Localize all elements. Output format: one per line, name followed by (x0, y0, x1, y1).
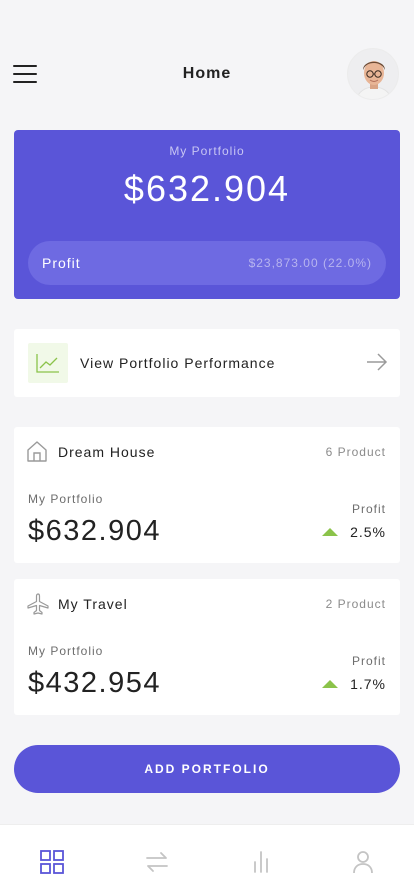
portfolio-card-dream-house[interactable]: Dream House 6 Product My Portfolio $632.… (14, 427, 400, 563)
avatar-illustration (348, 49, 398, 99)
summary-label: My Portfolio (169, 144, 245, 158)
airplane-icon (26, 592, 50, 621)
portfolio-title: My Travel (58, 596, 128, 612)
portfolio-value: $432.954 (28, 667, 161, 699)
profit-percentage: 2.5% (350, 524, 386, 540)
portfolio-value: $632.904 (28, 515, 161, 547)
portfolio-summary-card: My Portfolio $632.904 Profit $23,873.00 … (14, 130, 400, 299)
profit-label: Profit (351, 654, 386, 668)
trend-up-icon (322, 528, 338, 536)
chart-line-icon (28, 343, 68, 383)
profit-percentage: 1.7% (350, 676, 386, 692)
trend-up-icon (322, 680, 338, 688)
user-avatar[interactable] (347, 48, 399, 100)
portfolio-card-my-travel[interactable]: My Travel 2 Product My Portfolio $432.95… (14, 579, 400, 715)
bar-chart-icon[interactable] (248, 849, 274, 875)
summary-value: $632.904 (123, 168, 291, 209)
portfolio-sub-label: My Portfolio (28, 492, 104, 506)
product-count: 2 Product (325, 597, 386, 611)
profit-label: Profit (42, 255, 81, 271)
portfolio-title: Dream House (58, 444, 156, 460)
profit-value: $23,873.00 (22.0%) (248, 256, 372, 270)
transfer-icon[interactable] (144, 849, 170, 875)
grid-icon[interactable] (39, 849, 65, 875)
add-portfolio-button[interactable]: ADD PORTFOLIO (14, 745, 400, 793)
arrow-right-icon (366, 353, 388, 376)
view-performance-button[interactable]: View Portfolio Performance (14, 329, 400, 397)
house-icon (26, 440, 48, 467)
bottom-navigation (0, 824, 414, 896)
profit-label: Profit (351, 502, 386, 516)
performance-label: View Portfolio Performance (80, 355, 276, 371)
app-header: Home (0, 0, 414, 110)
profit-pill: Profit $23,873.00 (22.0%) (28, 241, 386, 285)
portfolio-sub-label: My Portfolio (28, 644, 104, 658)
product-count: 6 Product (325, 445, 386, 459)
profile-icon[interactable] (350, 849, 376, 875)
